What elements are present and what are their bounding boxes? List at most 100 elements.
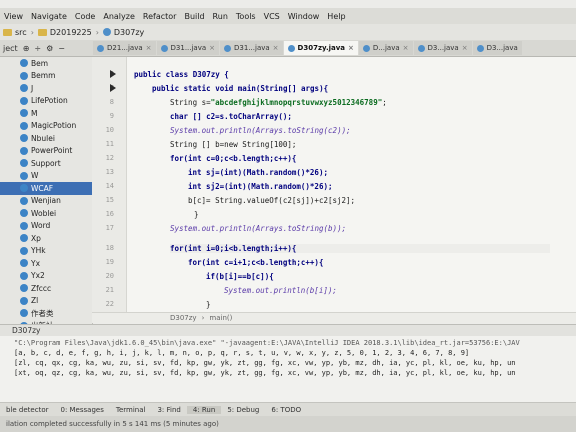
tree-item-m[interactable]: M (0, 107, 92, 120)
menu-view[interactable]: View (0, 12, 27, 21)
settings-divider-icon[interactable]: ÷ (34, 44, 41, 53)
breadcrumb-label: src (15, 27, 27, 37)
tree-item-magicpotion[interactable]: MagicPotion (0, 120, 92, 133)
class-icon (20, 71, 28, 80)
code-line: System.out.println(Arrays.toString(b)); (170, 224, 346, 233)
tree-item-woblei[interactable]: Woblei (0, 207, 92, 220)
tab-label: D31...java (170, 44, 207, 52)
run-config-title[interactable]: D307zy (0, 325, 576, 336)
menu-run[interactable]: Run (209, 12, 232, 21)
close-icon[interactable]: × (209, 44, 215, 52)
tree-item-zl[interactable]: Zl (0, 295, 92, 308)
tab-label: D307zy.java (297, 44, 346, 52)
console-output[interactable]: "C:\Program Files\Java\jdk1.6.0_45\bin\j… (14, 338, 576, 378)
code-editor[interactable]: 6 7 8 9 10 11 12 13 14 15 16 17 18 19 20… (92, 57, 576, 312)
tab-d307zy[interactable]: D307zy.java × (283, 41, 358, 55)
run-main-icon[interactable] (110, 84, 116, 92)
code-line: b[c]= String.valueOf(c2[sj])+c2[sj2]; (188, 196, 355, 205)
tree-item-w[interactable]: W (0, 170, 92, 183)
close-icon[interactable]: × (348, 44, 354, 52)
menu-code[interactable]: Code (71, 12, 99, 21)
close-icon[interactable]: × (462, 44, 468, 52)
close-icon[interactable]: × (146, 44, 152, 52)
tree-item-bem[interactable]: Bem (0, 57, 92, 70)
breadcrumb-src[interactable]: src (0, 28, 30, 37)
run-class-icon[interactable] (110, 70, 116, 78)
menu-tools[interactable]: Tools (232, 12, 260, 21)
folder-icon (3, 28, 12, 36)
tree-item-powerpoint[interactable]: PowerPoint (0, 145, 92, 158)
tree-item-yhk[interactable]: YHk (0, 245, 92, 258)
gear-icon[interactable]: ⚙ (46, 44, 53, 53)
tab-file-3[interactable]: D31...java × (220, 41, 283, 55)
close-icon[interactable]: × (273, 44, 279, 52)
close-icon[interactable]: × (403, 44, 409, 52)
tool-todo[interactable]: 6: TODO (265, 406, 307, 414)
tab-file-6[interactable]: D3...java × (413, 41, 472, 55)
line-number: 19 (105, 258, 114, 266)
tool-terminal[interactable]: Terminal (110, 406, 152, 414)
tab-file-5[interactable]: D...java × (358, 41, 413, 55)
tree-item-label: Yx2 (31, 271, 45, 281)
add-icon[interactable]: ⊕ (23, 44, 30, 53)
class-icon (102, 28, 111, 36)
code-line: } (194, 210, 199, 219)
tab-file-1[interactable]: D21...java × (93, 41, 156, 55)
code-line: int sj2=(int)(Math.random()*26); (188, 182, 333, 191)
tree-item-label: Xp (31, 233, 41, 243)
editor-breadcrumb: D307zy › main() (92, 312, 576, 323)
menu-analyze[interactable]: Analyze (99, 12, 139, 21)
line-number: 14 (105, 182, 114, 190)
tab-file-2[interactable]: D31...java × (156, 41, 220, 55)
hide-icon[interactable]: − (58, 44, 65, 53)
menu-vcs[interactable]: VCS (260, 12, 284, 21)
crumb-method[interactable]: main() (209, 314, 232, 322)
tree-item-word[interactable]: Word (0, 220, 92, 233)
tab-file-7[interactable]: D3...java (472, 41, 522, 55)
tree-item-label: J (31, 83, 34, 93)
tree-item-zfccc[interactable]: Zfccc (0, 282, 92, 295)
menu-build[interactable]: Build (180, 12, 208, 21)
menu-window[interactable]: Window (284, 12, 324, 21)
tree-item-label: LifePotion (31, 96, 68, 106)
class-icon (20, 134, 28, 143)
tree-item-lifepotion[interactable]: LifePotion (0, 95, 92, 108)
code-text: int sj=(int)(Math.random()*26); (188, 168, 328, 177)
tree-item-yx2[interactable]: Yx2 (0, 270, 92, 283)
tree-item-xp[interactable]: Xp (0, 232, 92, 245)
line-number: 12 (105, 154, 114, 162)
line-number: 13 (105, 168, 114, 176)
tree-item-wenjian[interactable]: Wenjian (0, 195, 92, 208)
tool-bug-detector[interactable]: ble detector (0, 406, 54, 414)
tree-item-label: Support (31, 158, 61, 168)
code-text: } (206, 300, 211, 309)
code-line: public static void main(String[] args){ (152, 84, 328, 93)
tree-item-zuozhe[interactable]: 作者类 (0, 307, 92, 320)
tool-run[interactable]: 4: Run (186, 406, 222, 414)
class-icon (417, 44, 425, 52)
tree-item-label: Zfccc (31, 283, 52, 293)
tree-item-nbulei[interactable]: Nbulei (0, 132, 92, 145)
menu-refactor[interactable]: Refactor (139, 12, 181, 21)
tree-item-j[interactable]: J (0, 82, 92, 95)
tool-find[interactable]: 3: Find (151, 406, 186, 414)
menu-help[interactable]: Help (323, 12, 349, 21)
menu-navigate[interactable]: Navigate (27, 12, 71, 21)
class-icon (97, 44, 104, 52)
class-icon (160, 44, 168, 52)
breadcrumb-package[interactable]: D2019225 (35, 28, 95, 37)
code-text: String s= (170, 98, 211, 107)
crumb-separator: › (201, 314, 205, 322)
tree-item-wcaf[interactable]: WCAF (0, 182, 92, 195)
tab-label: D3...java (427, 44, 459, 52)
tool-debug[interactable]: 5: Debug (221, 406, 265, 414)
breadcrumb-class[interactable]: D307zy (100, 28, 147, 37)
tree-item-bemm[interactable]: Bemm (0, 70, 92, 83)
tree-item-yx[interactable]: Yx (0, 257, 92, 270)
tree-item-support[interactable]: Support (0, 157, 92, 170)
crumb-class[interactable]: D307zy (170, 314, 197, 322)
code-area[interactable]: public class D307zy { public static void… (132, 57, 572, 312)
code-line: if(b[i]==b[c]){ (206, 272, 274, 281)
tool-messages[interactable]: 0: Messages (54, 406, 109, 414)
line-number: 17 (105, 224, 114, 232)
